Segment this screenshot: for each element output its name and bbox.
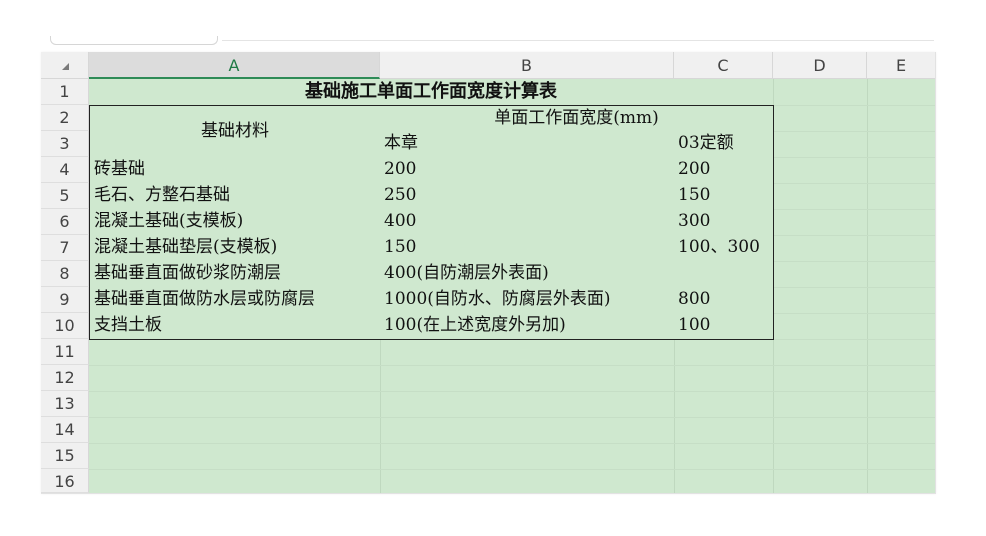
column-headers: A B C D E — [41, 52, 935, 79]
row-header[interactable]: 10 — [41, 313, 89, 339]
select-all-triangle-icon — [62, 63, 69, 70]
column-header-b[interactable]: B — [380, 52, 674, 79]
row-header[interactable]: 2 — [41, 105, 89, 131]
row-header[interactable]: 1 — [41, 79, 89, 105]
row-header[interactable]: 15 — [41, 443, 89, 469]
gridline — [867, 79, 868, 493]
gridline — [89, 365, 935, 366]
row-header[interactable]: 6 — [41, 209, 89, 235]
row-header[interactable]: 12 — [41, 365, 89, 391]
tab-bar-edge — [222, 36, 934, 41]
row-header[interactable]: 8 — [41, 261, 89, 287]
cell-b4[interactable]: 200 — [380, 157, 675, 184]
cell-b7[interactable]: 150 — [380, 235, 675, 262]
gridline — [89, 391, 935, 392]
cell-b8[interactable]: 400(自防潮层外表面) — [380, 261, 675, 288]
row-header[interactable]: 5 — [41, 183, 89, 209]
cell-a10[interactable]: 支挡土板 — [89, 313, 381, 340]
cell-a6[interactable]: 混凝土基础(支模板) — [89, 209, 381, 236]
sheet-tab[interactable] — [50, 36, 218, 45]
cell-c9[interactable]: 800 — [674, 287, 774, 314]
cell-b5[interactable]: 250 — [380, 183, 675, 210]
cell-a7[interactable]: 混凝土基础垫层(支模板) — [89, 235, 381, 262]
cell-a9[interactable]: 基础垂直面做防水层或防腐层 — [89, 287, 381, 314]
cell-a4[interactable]: 砖基础 — [89, 157, 381, 184]
row-header[interactable]: 16 — [41, 469, 89, 493]
column-header-c[interactable]: C — [674, 52, 773, 79]
row-header[interactable]: 7 — [41, 235, 89, 261]
cell-c4[interactable]: 200 — [674, 157, 774, 184]
header-sub-c[interactable]: 03定额 — [674, 131, 774, 158]
gridline — [89, 417, 935, 418]
header-sub-b[interactable]: 本章 — [380, 131, 675, 158]
column-header-d[interactable]: D — [773, 52, 867, 79]
sheet-title[interactable]: 基础施工单面工作面宽度计算表 — [89, 79, 773, 106]
cell-b9[interactable]: 1000(自防水、防腐层外表面) — [380, 287, 675, 314]
cell-c6[interactable]: 300 — [674, 209, 774, 236]
gridline — [89, 469, 935, 470]
row-header[interactable]: 14 — [41, 417, 89, 443]
row-header[interactable]: 11 — [41, 339, 89, 365]
cell-c10[interactable]: 100 — [674, 313, 774, 340]
cell-c7[interactable]: 100、300 — [674, 235, 774, 262]
row-header[interactable]: 4 — [41, 157, 89, 183]
select-all-corner[interactable] — [41, 52, 89, 79]
column-header-e[interactable]: E — [867, 52, 935, 79]
header-material[interactable]: 基础材料 — [89, 105, 381, 158]
cell-b6[interactable]: 400 — [380, 209, 675, 236]
cell-c8[interactable] — [674, 261, 774, 288]
header-width[interactable]: 单面工作面宽度(mm) — [380, 105, 774, 132]
cell-b10[interactable]: 100(在上述宽度外另加) — [380, 313, 675, 340]
spreadsheet: A B C D E 1 2 3 4 5 6 7 8 9 10 11 12 13 … — [41, 52, 936, 494]
column-header-a[interactable]: A — [89, 52, 380, 79]
cell-a8[interactable]: 基础垂直面做砂浆防潮层 — [89, 261, 381, 288]
row-header[interactable]: 9 — [41, 287, 89, 313]
cell-c5[interactable]: 150 — [674, 183, 774, 210]
gridline — [89, 443, 935, 444]
cell-a5[interactable]: 毛石、方整石基础 — [89, 183, 381, 210]
cell-grid[interactable]: 基础施工单面工作面宽度计算表 基础材料 单面工作面宽度(mm) 本章 03定额 … — [89, 79, 935, 493]
row-header[interactable]: 3 — [41, 131, 89, 157]
row-header[interactable]: 13 — [41, 391, 89, 417]
